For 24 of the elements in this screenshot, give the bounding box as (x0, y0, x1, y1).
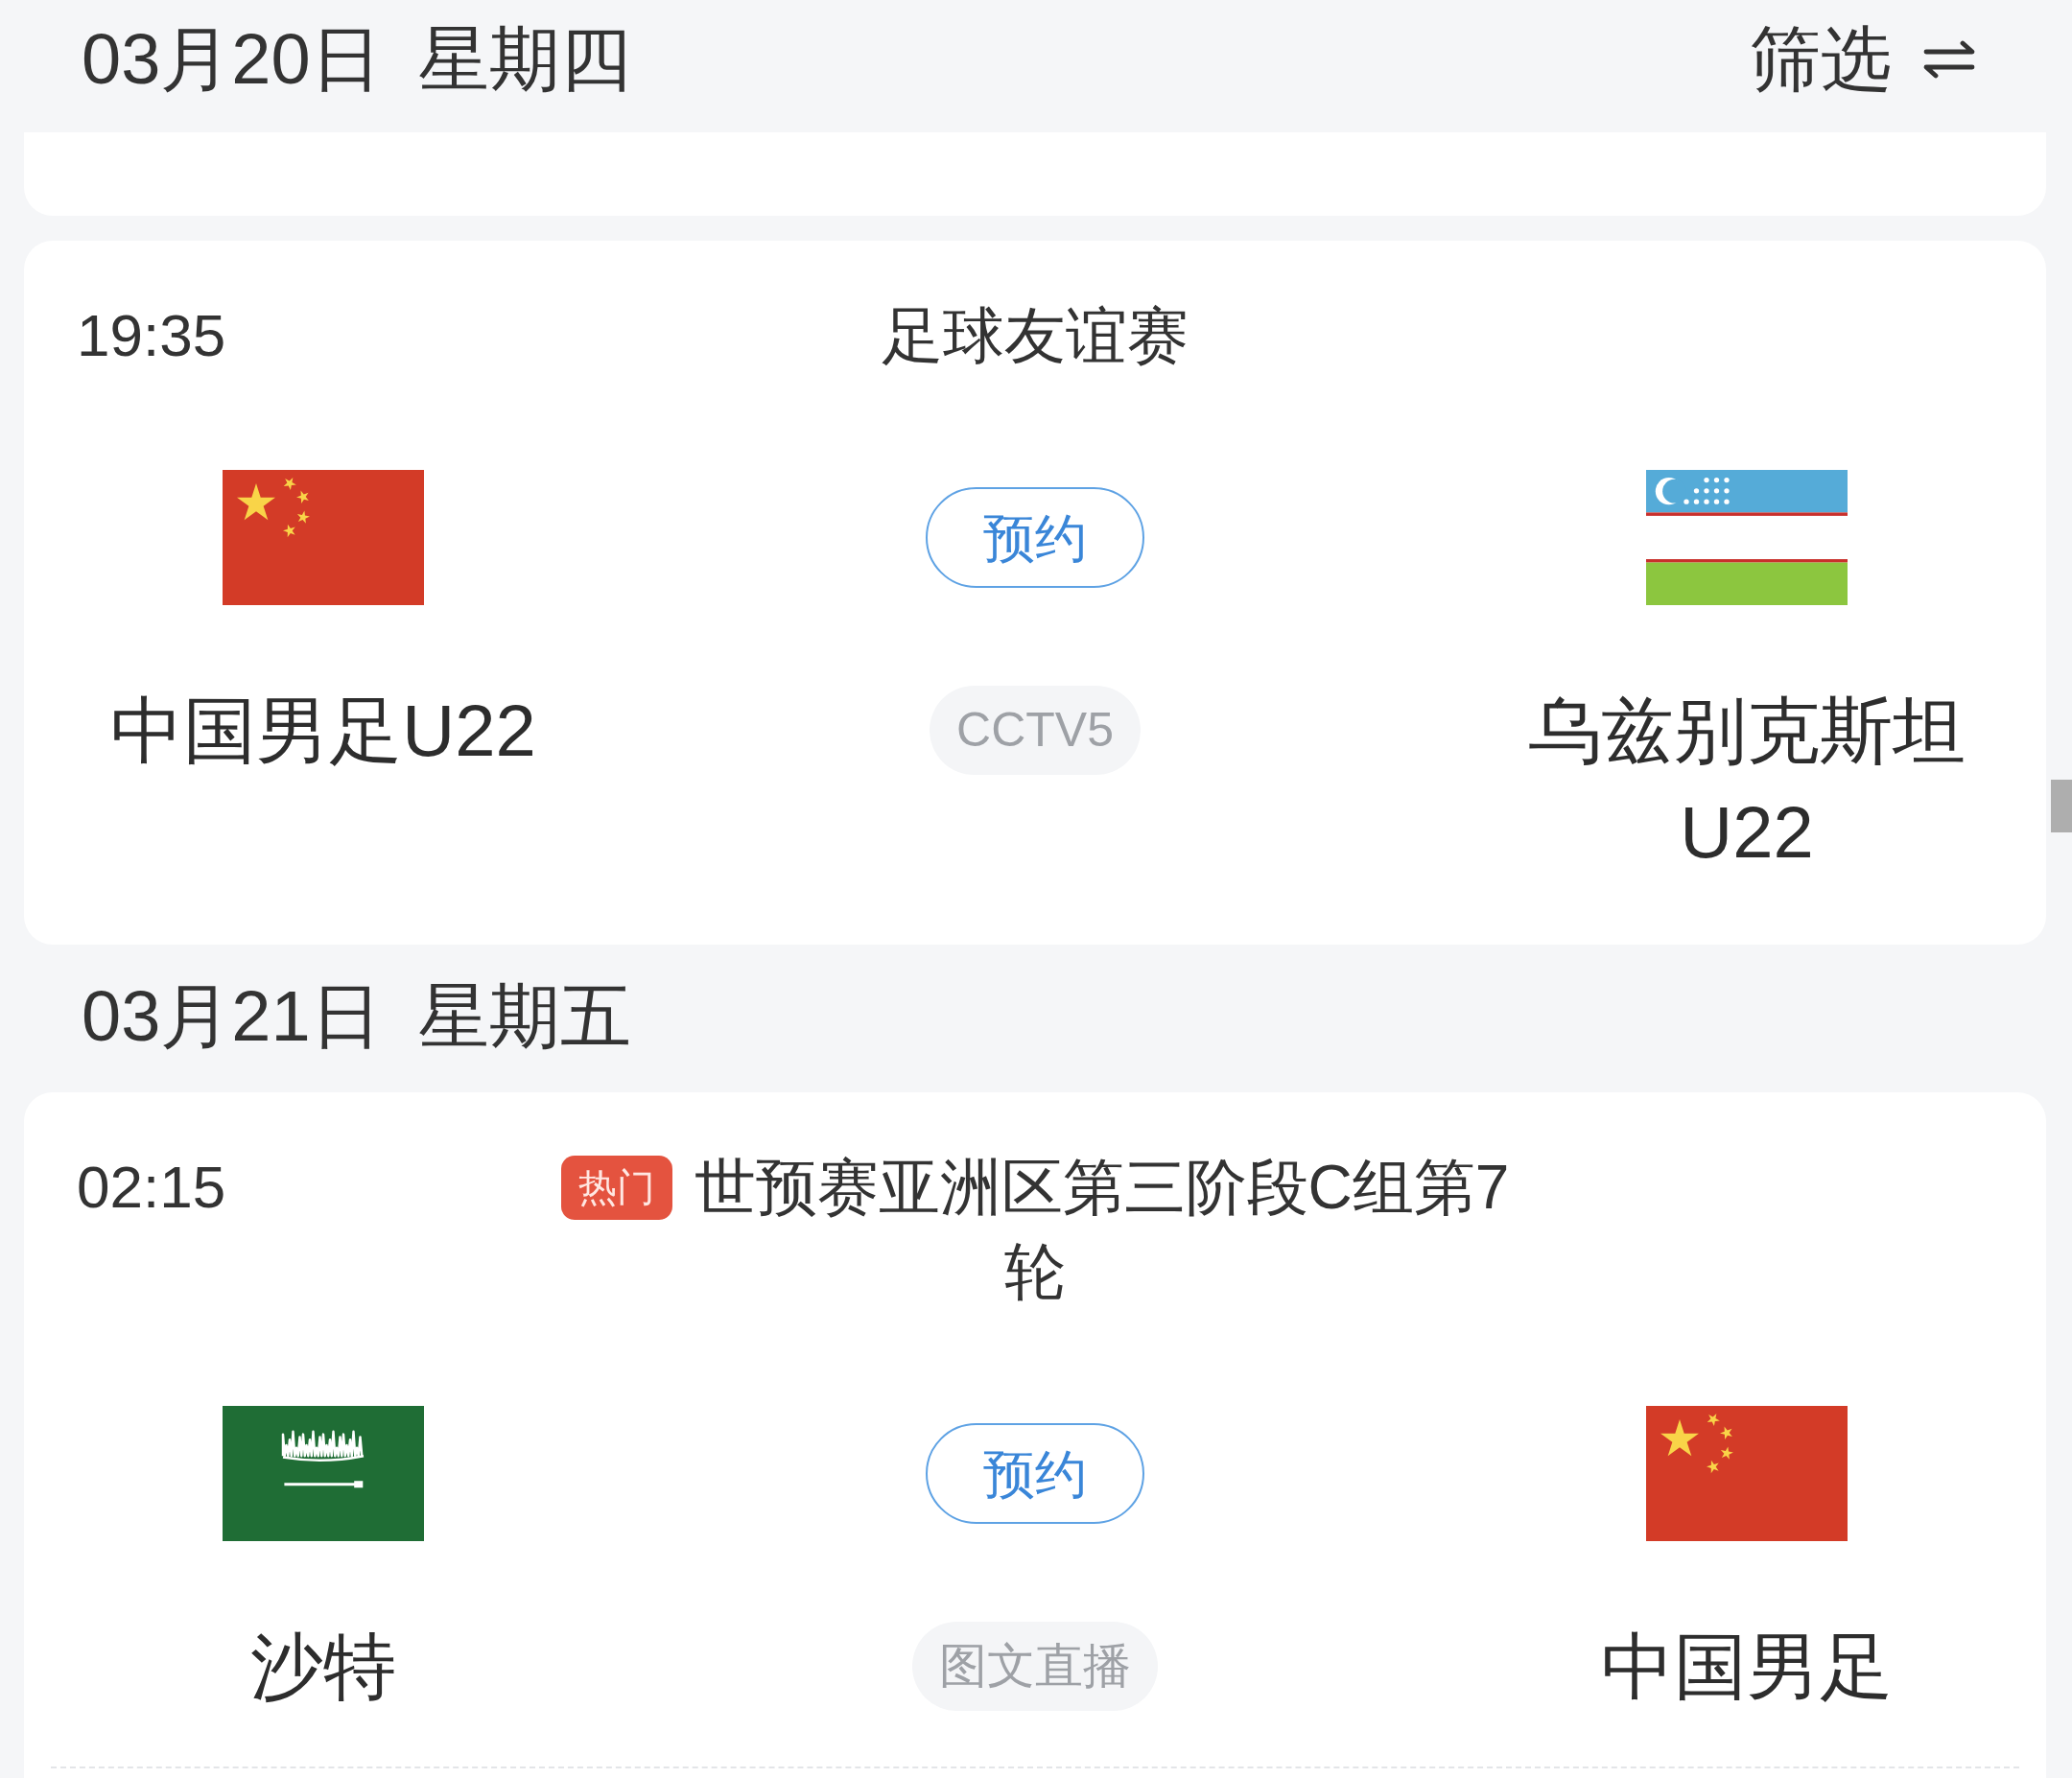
weekday-label: 星期四 (417, 18, 631, 101)
filter-button[interactable]: 筛选 (1750, 16, 1976, 103)
hot-tag: 热门 (560, 1155, 672, 1220)
competition-title: 足球友谊赛 (882, 301, 1189, 370)
broadcast-tag[interactable]: CCTV5 (930, 686, 1141, 775)
china-flag-icon (1646, 1406, 1848, 1541)
reserve-button[interactable]: 预约 (926, 1423, 1144, 1524)
china-flag-icon (223, 470, 424, 605)
swap-arrows-icon (1922, 40, 1976, 79)
match-time: 02:15 (77, 1153, 226, 1222)
match-time: 19:35 (77, 301, 226, 370)
scrollbar-thumb[interactable] (2051, 780, 2072, 832)
date-label: 03月20日 (82, 18, 382, 101)
uzbekistan-flag-icon (1646, 470, 1848, 605)
broadcast-tag[interactable]: 图文直播 (912, 1622, 1158, 1711)
team-name: 中国男足 (1601, 1625, 1893, 1709)
team-name: 沙特 (250, 1625, 396, 1709)
team-name: 乌兹别克斯坦U22 (1527, 689, 1966, 875)
saudi-flag-icon (223, 1406, 424, 1541)
date-label: 03月21日 (82, 975, 382, 1058)
reserve-button[interactable]: 预约 (926, 487, 1144, 588)
team-name: 中国男足U22 (110, 689, 536, 773)
weekday-label: 星期五 (417, 975, 631, 1058)
competition-title: 世预赛亚洲区第三阶段C组第7轮 (694, 1153, 1510, 1306)
